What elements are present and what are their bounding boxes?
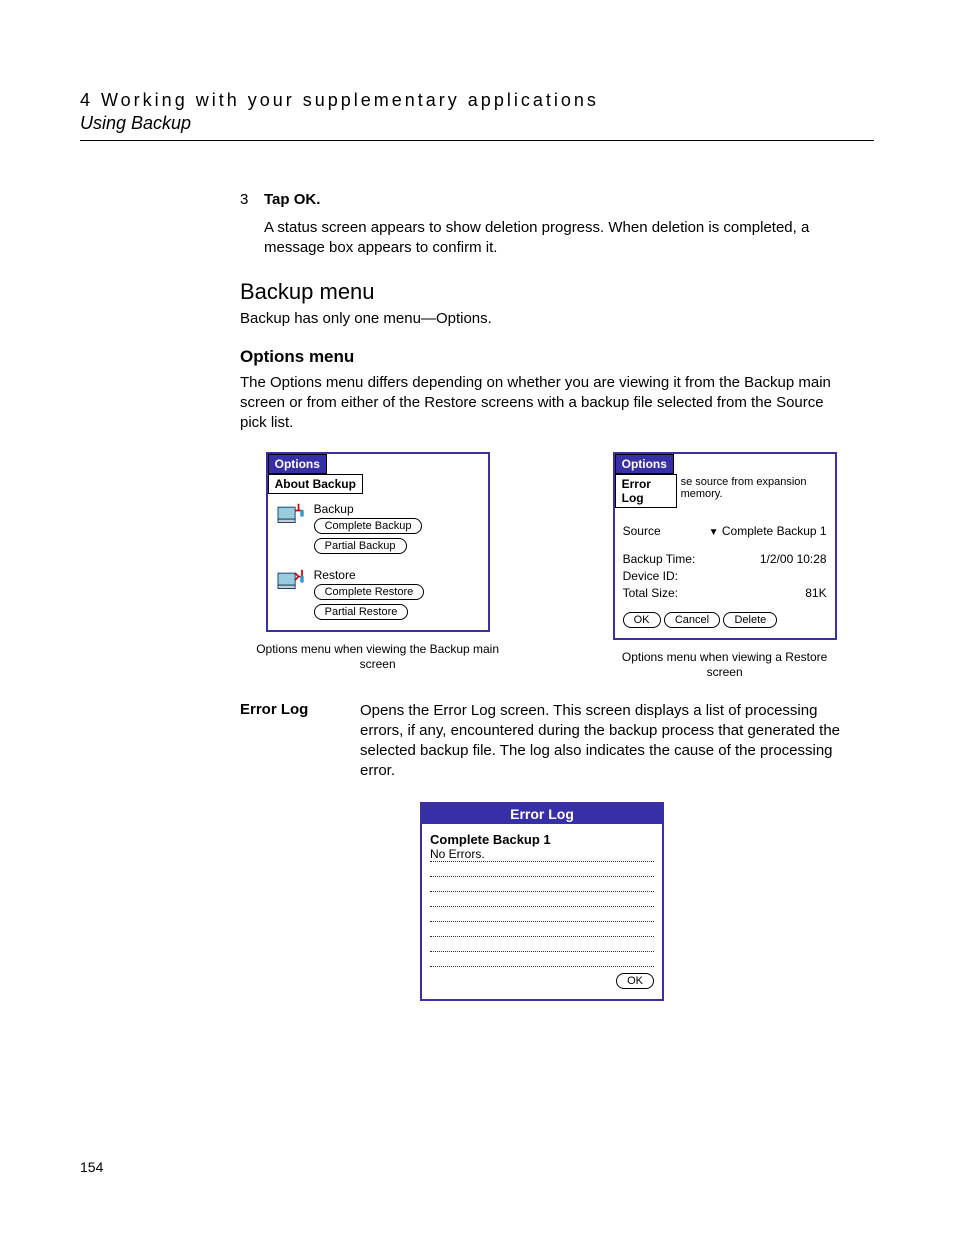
section-heading: Using Backup <box>80 113 874 134</box>
menu-options[interactable]: Options <box>268 454 327 474</box>
error-log-screen: Error Log Complete Backup 1 No Errors. O… <box>420 802 664 1001</box>
error-log-row <box>430 892 654 907</box>
chapter-heading: 4 Working with your supplementary applic… <box>80 90 874 111</box>
error-log-row <box>430 937 654 952</box>
label-restore: Restore <box>314 568 425 582</box>
error-log-row <box>430 907 654 922</box>
definition-description: Opens the Error Log screen. This screen … <box>360 701 844 782</box>
delete-button[interactable]: Delete <box>723 612 777 628</box>
figure-backup-main: Options About Backup Backup Complete <box>266 452 490 632</box>
heading-options-menu: Options menu <box>240 347 844 367</box>
figure2-caption: Options menu when viewing a Restore scre… <box>605 650 844 681</box>
error-log-row: No Errors. <box>430 847 654 862</box>
label-total-size: Total Size: <box>623 586 678 600</box>
step-text: Tap OK. <box>264 191 320 208</box>
menu-error-log[interactable]: Error Log <box>615 474 677 508</box>
heading-backup-menu: Backup menu <box>240 279 844 305</box>
label-device-id: Device ID: <box>623 569 678 583</box>
header-rule <box>80 140 874 141</box>
cancel-button[interactable]: Cancel <box>664 612 720 628</box>
complete-backup-button[interactable]: Complete Backup <box>314 518 423 534</box>
definition-term: Error Log <box>240 701 360 782</box>
label-source: Source <box>623 524 661 538</box>
partial-restore-button[interactable]: Partial Restore <box>314 604 409 620</box>
complete-restore-button[interactable]: Complete Restore <box>314 584 425 600</box>
figure-restore-screen: Options Error Log se source from expansi… <box>613 452 837 640</box>
source-picklist[interactable]: ▼ Complete Backup 1 <box>709 524 827 538</box>
error-log-title: Error Log <box>422 804 662 824</box>
restore-device-icon <box>276 568 304 592</box>
value-total-size: 81K <box>805 586 826 600</box>
error-log-ok-button[interactable]: OK <box>616 973 654 989</box>
figure1-caption: Options menu when viewing the Backup mai… <box>240 642 515 673</box>
chevron-down-icon: ▼ <box>709 527 719 538</box>
error-log-subtitle: Complete Backup 1 <box>430 832 654 847</box>
page-number: 154 <box>80 1159 103 1175</box>
options-body: The Options menu differs depending on wh… <box>240 373 844 434</box>
value-backup-time: 1/2/00 10:28 <box>760 552 827 566</box>
error-log-row <box>430 862 654 877</box>
backup-menu-body: Backup has only one menu—Options. <box>240 309 844 329</box>
menu-options-2[interactable]: Options <box>615 454 674 474</box>
backup-device-icon <box>276 502 304 526</box>
error-log-row <box>430 877 654 892</box>
hint-text: se source from expansion memory. <box>677 474 835 502</box>
error-log-row <box>430 952 654 967</box>
ok-button[interactable]: OK <box>623 612 661 628</box>
menu-about-backup[interactable]: About Backup <box>268 474 363 494</box>
label-backup: Backup <box>314 502 423 516</box>
label-backup-time: Backup Time: <box>623 552 696 566</box>
partial-backup-button[interactable]: Partial Backup <box>314 538 407 554</box>
step-body: A status screen appears to show deletion… <box>264 218 844 259</box>
step-number: 3 <box>240 191 264 208</box>
error-log-row <box>430 922 654 937</box>
